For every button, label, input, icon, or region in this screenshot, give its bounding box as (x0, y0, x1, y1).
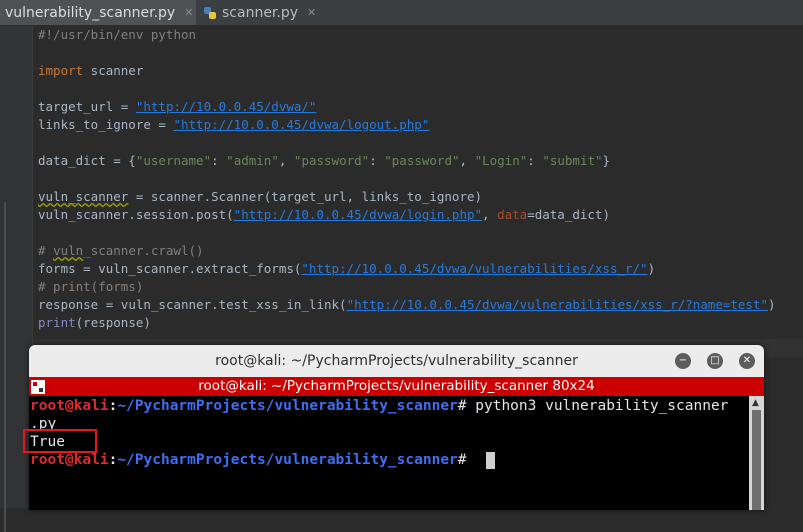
code-line: response = vuln_scanner.test_xss_in_link… (38, 297, 776, 312)
close-button[interactable]: ✕ (739, 353, 755, 369)
terminal-line: root@kali:~/PycharmProjects/vulnerabilit… (30, 452, 476, 468)
code-line: # print(forms) (38, 279, 144, 294)
minimize-button[interactable]: − (675, 353, 691, 369)
close-icon[interactable]: ✕ (307, 6, 316, 19)
maximize-button[interactable]: □ (707, 353, 723, 369)
terminal-window-title: root@kali: ~/PycharmProjects/vulnerabili… (215, 353, 578, 369)
tab-vulnerability-scanner[interactable]: vulnerability_scanner.py ✕ (0, 0, 196, 25)
terminal-window[interactable]: root@kali: ~/PycharmProjects/vulnerabili… (29, 345, 764, 510)
terminal-tab-bar: root@kali: ~/PycharmProjects/vulnerabili… (29, 377, 764, 396)
code-line: #!/usr/bin/env python (38, 27, 197, 42)
tab-label: scanner.py (222, 4, 299, 21)
tab-scanner[interactable]: scanner.py ✕ (198, 0, 348, 25)
code-line: print(response) (38, 315, 151, 330)
python-file-icon (203, 6, 217, 20)
terminal-line: root@kali:~/PycharmProjects/vulnerabilit… (30, 398, 729, 414)
close-icon[interactable]: ✕ (184, 6, 193, 19)
scrollbar-thumb[interactable] (752, 410, 761, 510)
terminal-output[interactable]: root@kali:~/PycharmProjects/vulnerabilit… (29, 396, 747, 510)
code-line: # vuln_scanner.crawl() (38, 243, 204, 258)
code-line: target_url = "http://10.0.0.45/dvwa/" (38, 99, 317, 114)
terminal-scrollbar[interactable]: ▲ (749, 396, 764, 510)
scroll-up-icon[interactable]: ▲ (752, 398, 759, 408)
editor-tab-bar: vulnerability_scanner.py ✕ scanner.py ✕ (0, 0, 803, 26)
terminal-tab-title: root@kali: ~/PycharmProjects/vulnerabili… (198, 378, 595, 394)
gutter-fold-line (4, 202, 6, 532)
code-line: vuln_scanner.session.post("http://10.0.0… (38, 207, 610, 222)
code-line: vuln_scanner = scanner.Scanner(target_ur… (38, 189, 483, 204)
code-line: forms = vuln_scanner.extract_forms("http… (38, 261, 656, 276)
code-line: import scanner (38, 63, 144, 78)
highlight-box (23, 429, 97, 453)
tab-label: vulnerability_scanner.py (5, 4, 176, 21)
terminal-title-bar[interactable]: root@kali: ~/PycharmProjects/vulnerabili… (29, 345, 764, 378)
code-line: data_dict = {"username": "admin", "passw… (38, 153, 611, 168)
terminal-cursor (486, 452, 495, 469)
code-line: links_to_ignore = "http://10.0.0.45/dvwa… (38, 117, 430, 132)
